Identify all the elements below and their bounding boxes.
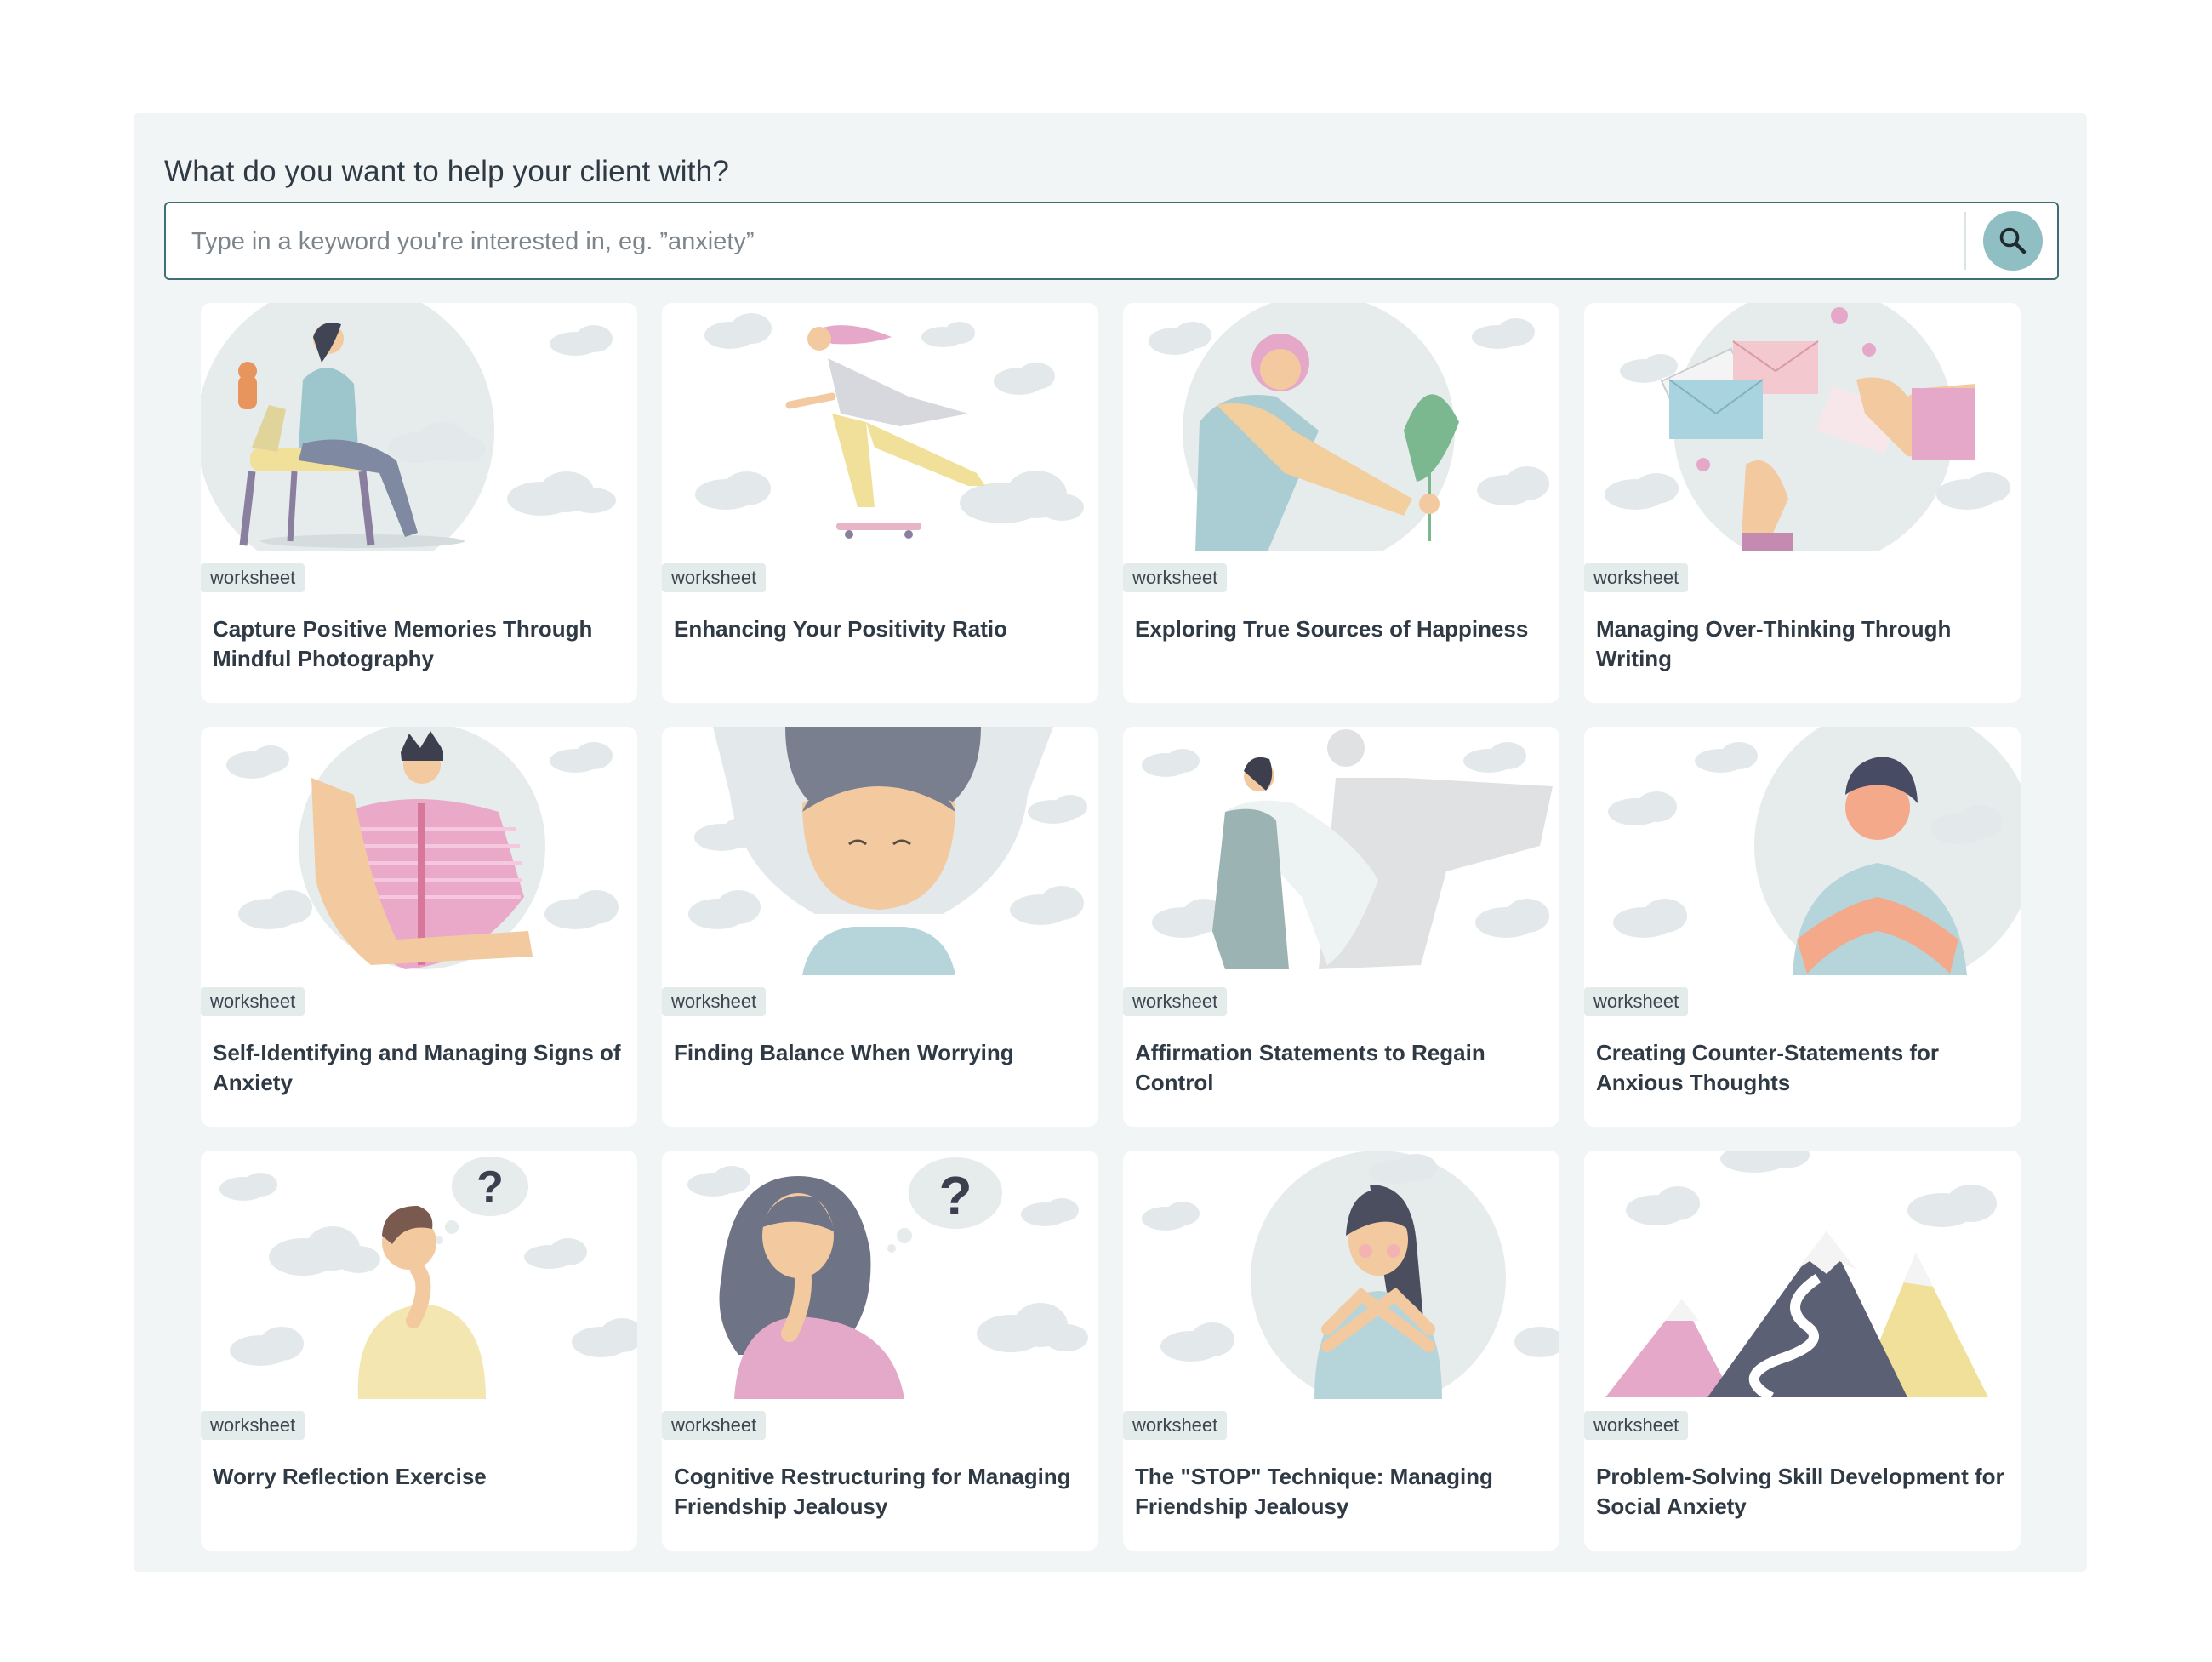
woman-flowing-hair-illustration bbox=[688, 727, 1087, 975]
worksheet-tag: worksheet bbox=[201, 987, 305, 1016]
search-button[interactable] bbox=[1983, 211, 2043, 271]
search-bar bbox=[164, 202, 2059, 280]
card-title: Capture Positive Memories Through Mindfu… bbox=[213, 616, 593, 671]
worksheet-card[interactable]: worksheet Enhancing Your Positivity Rati… bbox=[662, 303, 1098, 703]
man-calm-hands-together-illustration bbox=[1608, 727, 2021, 975]
worksheet-card[interactable]: worksheet Creating Counter-Statements fo… bbox=[1584, 727, 2021, 1127]
worksheet-tag: worksheet bbox=[1584, 1411, 1689, 1440]
worksheet-tag: worksheet bbox=[1123, 987, 1228, 1016]
search-icon bbox=[1999, 227, 2027, 254]
hands-with-envelopes-illustration bbox=[1605, 303, 2010, 551]
worksheet-tag: worksheet bbox=[1584, 987, 1689, 1016]
search-input[interactable] bbox=[190, 203, 1937, 280]
card-title: The "STOP" Technique: Managing Friendshi… bbox=[1135, 1464, 1493, 1519]
card-title: Finding Balance When Worrying bbox=[674, 1040, 1014, 1065]
worksheet-tag: worksheet bbox=[201, 1411, 305, 1440]
worksheet-card[interactable]: worksheet Finding Balance When Worrying bbox=[662, 727, 1098, 1127]
card-title: Worry Reflection Exercise bbox=[213, 1464, 487, 1489]
mountains-with-path-illustration bbox=[1605, 1151, 1997, 1399]
worksheet-tag: worksheet bbox=[201, 563, 305, 592]
man-thinking-illustration: ? bbox=[219, 1157, 637, 1399]
worksheet-tag: worksheet bbox=[662, 563, 767, 592]
worksheet-card[interactable]: worksheet The "STOP" Technique: Managing… bbox=[1123, 1151, 1559, 1551]
woman-with-hero-shadow-illustration bbox=[1142, 729, 1553, 969]
card-title: Self-Identifying and Managing Signs of A… bbox=[213, 1040, 621, 1095]
man-waving-illustration bbox=[226, 727, 619, 969]
worksheet-card[interactable]: worksheet Capture Positive Memories Thro… bbox=[201, 303, 637, 703]
card-title: Managing Over-Thinking Through Writing bbox=[1596, 616, 1952, 671]
worksheet-card[interactable]: worksheet Exploring True Sources of Happ… bbox=[1123, 303, 1559, 703]
search-divider bbox=[1964, 212, 1966, 270]
svg-text:?: ? bbox=[476, 1162, 504, 1212]
worksheet-card[interactable]: ? worksheet Worry Reflection Exercise bbox=[201, 1151, 637, 1551]
worksheet-tag: worksheet bbox=[1123, 563, 1228, 592]
worksheet-card[interactable]: worksheet Affirmation Statements to Rega… bbox=[1123, 727, 1559, 1127]
woman-skateboarding-illustration bbox=[695, 313, 1084, 539]
card-title: Enhancing Your Positivity Ratio bbox=[674, 616, 1007, 642]
woman-hugging-self-illustration bbox=[1142, 1151, 1559, 1399]
worksheet-tag: worksheet bbox=[1584, 563, 1689, 592]
card-title: Creating Counter-Statements for Anxious … bbox=[1596, 1040, 1940, 1095]
card-title: Exploring True Sources of Happiness bbox=[1135, 616, 1529, 642]
svg-text:?: ? bbox=[938, 1165, 972, 1226]
worksheet-card[interactable]: ? worksheet Cognitive Restructuring for … bbox=[662, 1151, 1098, 1551]
card-title: Problem-Solving Skill Development for So… bbox=[1596, 1464, 2004, 1519]
card-title: Cognitive Restructuring for Managing Fri… bbox=[674, 1464, 1071, 1519]
worksheet-tag: worksheet bbox=[662, 987, 767, 1016]
worksheet-tag: worksheet bbox=[662, 1411, 767, 1440]
worksheet-tag: worksheet bbox=[1123, 1411, 1228, 1440]
worksheet-card[interactable]: worksheet Problem-Solving Skill Developm… bbox=[1584, 1151, 2021, 1551]
card-title: Affirmation Statements to Regain Control bbox=[1135, 1040, 1485, 1095]
woman-holding-plant-illustration bbox=[1149, 303, 1549, 551]
search-heading: What do you want to help your client wit… bbox=[164, 155, 730, 188]
woman-sitting-illustration bbox=[201, 303, 616, 551]
worksheet-card[interactable]: worksheet Self-Identifying and Managing … bbox=[201, 727, 637, 1127]
woman-thinking-illustration: ? bbox=[687, 1157, 1088, 1399]
worksheet-card[interactable]: worksheet Managing Over-Thinking Through… bbox=[1584, 303, 2021, 703]
